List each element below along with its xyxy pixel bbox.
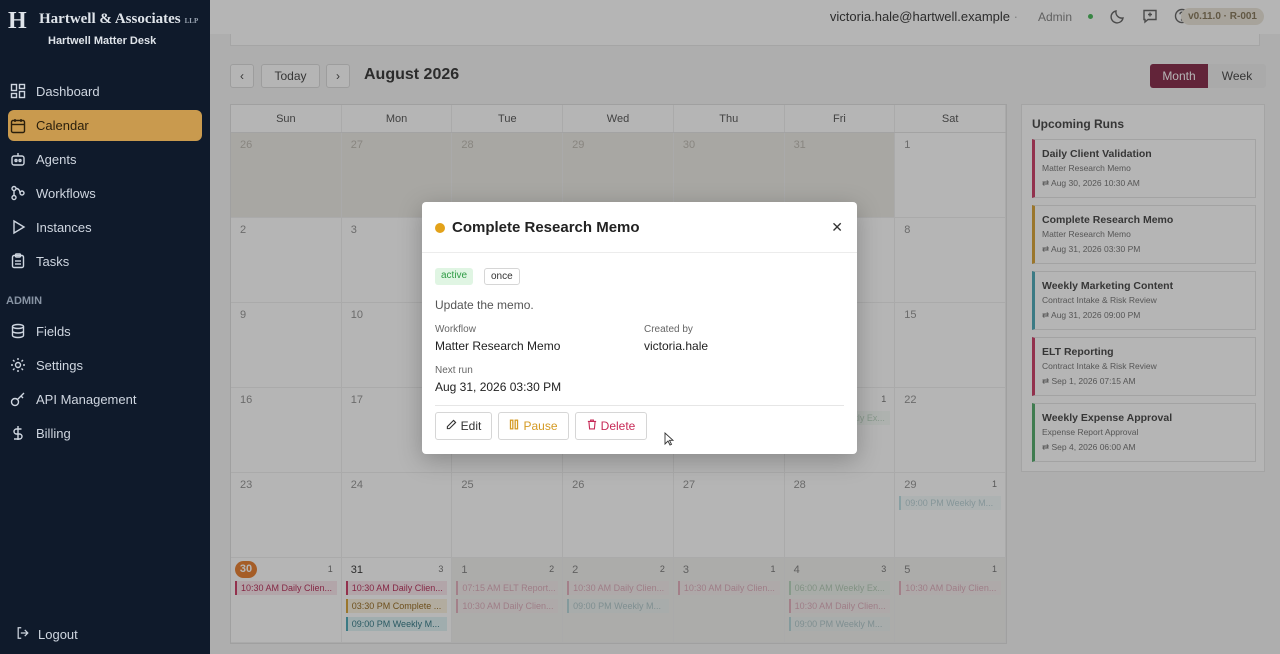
gear-icon bbox=[10, 357, 26, 373]
status-dot bbox=[435, 223, 445, 233]
sidebar: H Hartwell & Associates LLP Hartwell Matt… bbox=[0, 0, 210, 654]
sidebar-item-agents[interactable]: Agents bbox=[0, 142, 210, 176]
sidebar-item-tasks[interactable]: Tasks bbox=[0, 244, 210, 278]
brand[interactable]: H Hartwell & Associates LLP Hartwell Matt… bbox=[8, 8, 208, 52]
trash-icon bbox=[587, 419, 597, 433]
key-icon bbox=[10, 391, 26, 407]
sidebar-item-label: API Management bbox=[36, 391, 137, 407]
modal-divider bbox=[435, 405, 844, 406]
sidebar-item-calendar[interactable]: Calendar bbox=[8, 110, 202, 141]
play-icon bbox=[10, 219, 26, 235]
sidebar-item-settings[interactable]: Settings bbox=[0, 348, 210, 382]
dollar-icon bbox=[10, 425, 26, 441]
firm-name: Hartwell & Associates LLP bbox=[39, 11, 199, 27]
next-run-label: Next run bbox=[435, 365, 473, 376]
sidebar-item-workflows[interactable]: Workflows bbox=[0, 176, 210, 210]
logo: H bbox=[8, 8, 27, 34]
workflow-icon bbox=[10, 185, 26, 201]
workflow-label: Workflow bbox=[435, 324, 476, 335]
sidebar-item-fields[interactable]: Fields bbox=[0, 314, 210, 348]
created-by-label: Created by bbox=[644, 324, 693, 335]
sidebar-item-label: Instances bbox=[36, 219, 92, 235]
logout-button[interactable]: Logout bbox=[16, 626, 78, 643]
logout-label: Logout bbox=[38, 627, 78, 642]
sidebar-nav: Dashboard Calendar Agents Workflows Inst… bbox=[0, 74, 210, 450]
sidebar-item-label: Dashboard bbox=[36, 83, 100, 99]
workflow-value: Matter Research Memo bbox=[435, 339, 561, 353]
edit-button[interactable]: Edit bbox=[435, 412, 492, 440]
sidebar-item-api-management[interactable]: API Management bbox=[0, 382, 210, 416]
status-badge: active bbox=[435, 268, 474, 285]
clipboard-icon bbox=[10, 253, 26, 269]
sidebar-item-label: Workflows bbox=[36, 185, 96, 201]
modal-description: Update the memo. bbox=[435, 298, 534, 312]
frequency-badge: once bbox=[484, 268, 520, 285]
sidebar-item-instances[interactable]: Instances bbox=[0, 210, 210, 244]
close-icon[interactable]: ✕ bbox=[831, 219, 843, 236]
schedule-detail-modal: Complete Research Memo ✕ active once Upd… bbox=[422, 202, 857, 454]
next-run-value: Aug 31, 2026 03:30 PM bbox=[435, 380, 562, 394]
bot-icon bbox=[10, 151, 26, 167]
sidebar-item-label: Billing bbox=[36, 425, 71, 441]
sidebar-item-label: Tasks bbox=[36, 253, 70, 269]
sidebar-item-label: Agents bbox=[36, 151, 77, 167]
database-icon bbox=[10, 323, 26, 339]
sidebar-item-billing[interactable]: Billing bbox=[0, 416, 210, 450]
sidebar-item-label: Settings bbox=[36, 357, 83, 373]
pause-button[interactable]: Pause bbox=[498, 412, 569, 440]
pause-icon bbox=[509, 419, 519, 433]
dashboard-icon bbox=[10, 83, 26, 99]
delete-button[interactable]: Delete bbox=[575, 412, 647, 440]
created-by-value: victoria.hale bbox=[644, 339, 709, 353]
mouse-cursor bbox=[664, 432, 674, 446]
modal-title: Complete Research Memo bbox=[452, 219, 640, 236]
product-name: Hartwell Matter Desk bbox=[48, 35, 157, 47]
sidebar-item-label: Calendar bbox=[36, 118, 89, 133]
admin-section-label: ADMIN bbox=[6, 295, 43, 307]
sidebar-item-label: Fields bbox=[36, 323, 71, 339]
pencil-icon bbox=[446, 419, 457, 433]
calendar-icon bbox=[10, 118, 26, 134]
logout-icon bbox=[16, 626, 30, 643]
modal-header: Complete Research Memo ✕ bbox=[422, 202, 857, 253]
sidebar-item-dashboard[interactable]: Dashboard bbox=[0, 74, 210, 108]
